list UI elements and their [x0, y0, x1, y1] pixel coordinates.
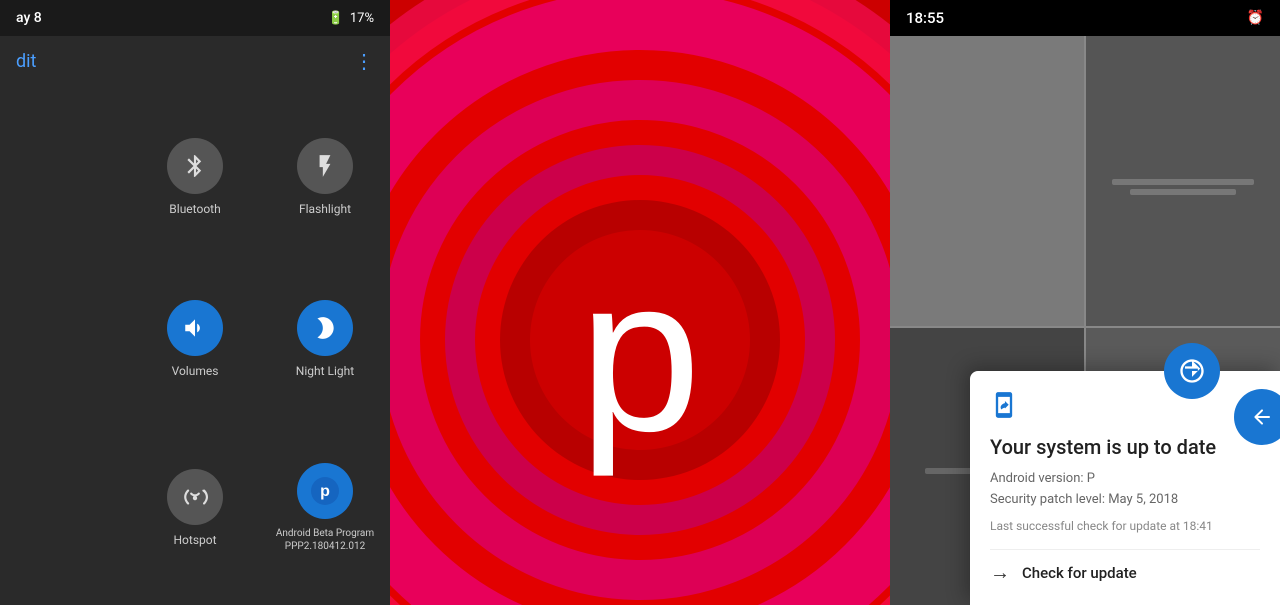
- sys-status-bar: 18:55 ⏰: [890, 0, 1280, 36]
- hotspot-icon: [167, 469, 223, 525]
- wallpaper-svg: p: [390, 0, 890, 605]
- check-arrow-icon: →: [990, 560, 1010, 585]
- wallpaper-panel: p: [390, 0, 890, 605]
- bluetooth-icon: [167, 138, 223, 194]
- flashlight-icon: [297, 138, 353, 194]
- hotspot-label: Hotspot: [173, 533, 216, 547]
- battery-percent: 17%: [350, 11, 374, 26]
- qs-tile-hotspot[interactable]: Hotspot: [130, 421, 260, 595]
- update-phone-icon: [990, 391, 1260, 425]
- qs-tile-android-beta[interactable]: p Android Beta ProgramPPP2.180412.012: [260, 421, 390, 595]
- flashlight-label: Flashlight: [299, 202, 351, 216]
- night-light-icon: [297, 300, 353, 356]
- svg-text:p: p: [579, 231, 701, 477]
- volumes-icon: [167, 300, 223, 356]
- qs-tile-night-light[interactable]: Night Light: [260, 258, 390, 420]
- qs-header: dit ⋮: [0, 36, 390, 86]
- quick-settings-panel: ay 8 🔋 17% dit ⋮ Bluetooth: [0, 0, 390, 605]
- bluetooth-label: Bluetooth: [169, 202, 220, 216]
- qs-edit-label[interactable]: dit: [16, 51, 36, 72]
- check-for-update-label[interactable]: Check for update: [1022, 564, 1137, 582]
- sys-thumbnails: Your system is up to date Android versio…: [890, 36, 1280, 605]
- qs-tile-flashlight[interactable]: Flashlight: [260, 96, 390, 258]
- qs-more-icon[interactable]: ⋮: [354, 49, 374, 73]
- update-title: Your system is up to date: [990, 435, 1260, 459]
- check-for-update-row[interactable]: → Check for update: [990, 549, 1260, 585]
- qs-tile-bluetooth[interactable]: Bluetooth: [130, 96, 260, 258]
- system-panel: 18:55 ⏰: [890, 0, 1280, 605]
- qs-time: ay 8: [16, 10, 42, 26]
- update-floating-icon: [1164, 343, 1220, 399]
- night-light-label: Night Light: [296, 364, 354, 378]
- battery-icon: 🔋: [328, 11, 344, 26]
- system-update-card: Your system is up to date Android versio…: [970, 371, 1280, 605]
- qs-status-right: 🔋 17%: [328, 11, 374, 26]
- alarm-icon: ⏰: [1247, 10, 1264, 26]
- sys-status-icons: ⏰: [1247, 10, 1264, 26]
- qs-status-bar: ay 8 🔋 17%: [0, 0, 390, 36]
- thumb-2: [1086, 36, 1280, 326]
- android-beta-label: Android Beta ProgramPPP2.180412.012: [276, 527, 374, 553]
- svg-text:p: p: [320, 483, 330, 500]
- thumb-1: [890, 36, 1084, 326]
- android-beta-icon: p: [297, 463, 353, 519]
- update-last-check: Last successful check for update at 18:4…: [990, 519, 1260, 533]
- sys-time: 18:55: [906, 9, 944, 27]
- qs-tiles-grid: Bluetooth Flashlight Volumes: [0, 86, 390, 605]
- update-android-version: Android version: P Security patch level:…: [990, 469, 1260, 511]
- qs-tile-volumes[interactable]: Volumes: [130, 258, 260, 420]
- volumes-label: Volumes: [172, 364, 219, 378]
